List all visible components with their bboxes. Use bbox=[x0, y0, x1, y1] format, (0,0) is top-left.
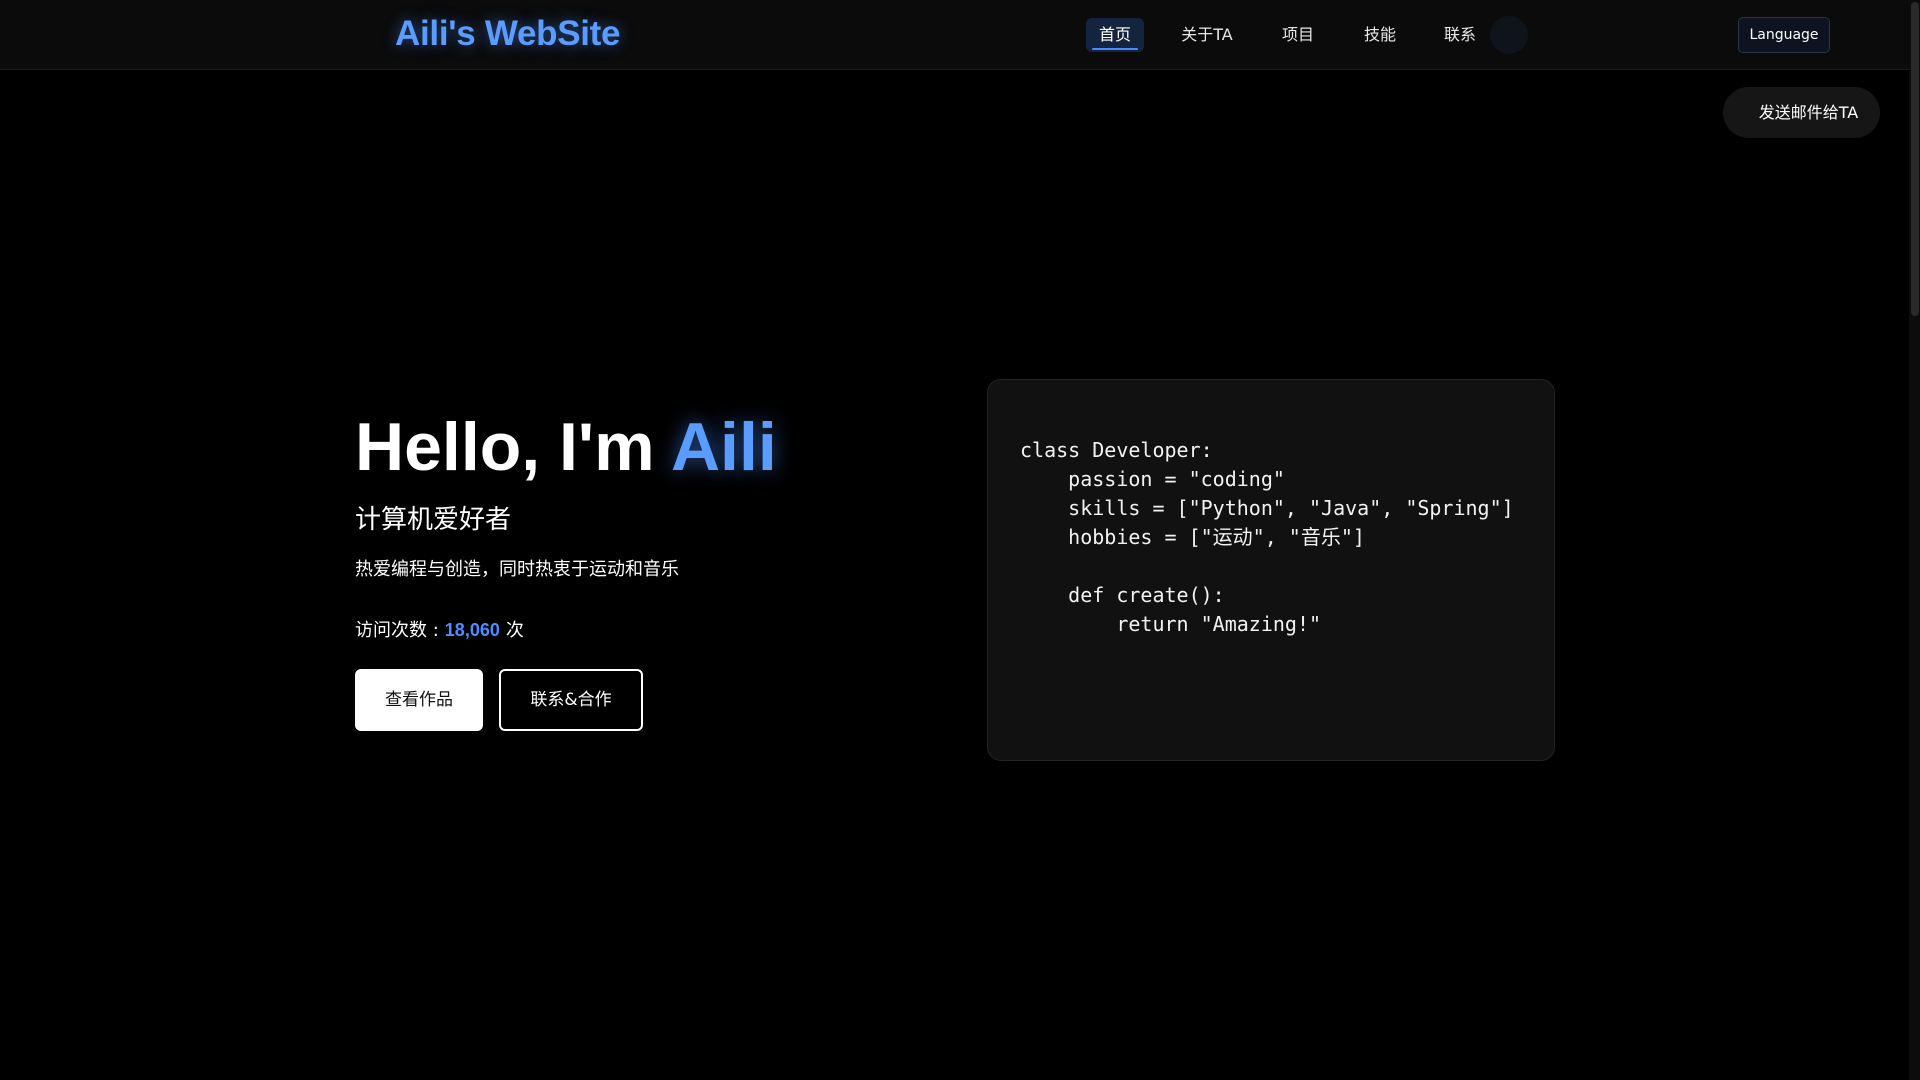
code-line: return "Amazing!" bbox=[1020, 612, 1322, 636]
code-line: def create(): bbox=[1020, 583, 1225, 607]
nav-item-skills[interactable]: 技能 bbox=[1352, 18, 1408, 52]
nav-item-label: 项目 bbox=[1281, 25, 1314, 44]
code-line: hobbies = ["运动", "音乐"] bbox=[1020, 525, 1365, 549]
nav-item-projects[interactable]: 项目 bbox=[1270, 18, 1326, 52]
nav-item-label: 关于TA bbox=[1181, 25, 1233, 44]
visit-label: 访问次数 : bbox=[355, 620, 439, 641]
hero-name: Aili bbox=[670, 409, 777, 485]
code-line: passion = "coding" bbox=[1020, 467, 1285, 491]
view-works-button[interactable]: 查看作品 bbox=[355, 669, 483, 731]
theme-toggle-icon[interactable] bbox=[1490, 16, 1528, 54]
scrollbar-thumb[interactable] bbox=[1911, 2, 1919, 316]
hero-description: 热爱编程与创造，同时热衷于运动和音乐 bbox=[355, 559, 679, 580]
nav-item-contact[interactable]: 联系 bbox=[1434, 18, 1486, 52]
hero-title: Hello, I'm Aili bbox=[355, 407, 777, 487]
contact-cooperate-button[interactable]: 联系&合作 bbox=[499, 669, 643, 731]
code-line: class Developer: bbox=[1020, 438, 1213, 462]
send-email-button[interactable]: 发送邮件给TA bbox=[1723, 87, 1880, 138]
page: Aili's WebSite 首页 关于TA 项目 技能 联系 Language… bbox=[0, 0, 1920, 1080]
code-line: skills = ["Python", "Java", "Spring"] bbox=[1020, 496, 1514, 520]
visit-unit: 次 bbox=[505, 620, 524, 641]
language-button[interactable]: Language bbox=[1738, 17, 1830, 53]
nav-item-label: 联系 bbox=[1443, 25, 1476, 44]
hero-greeting: Hello, I'm bbox=[355, 409, 671, 485]
hero-subtitle: 计算机爱好者 bbox=[355, 505, 512, 535]
code-snippet: class Developer: passion = "coding" skil… bbox=[1020, 436, 1514, 639]
nav-item-home[interactable]: 首页 bbox=[1086, 18, 1144, 52]
navbar: Aili's WebSite 首页 关于TA 项目 技能 联系 Language bbox=[0, 0, 1909, 70]
site-logo[interactable]: Aili's WebSite bbox=[395, 12, 621, 56]
nav-item-label: 首页 bbox=[1098, 25, 1131, 44]
nav-item-about[interactable]: 关于TA bbox=[1172, 18, 1242, 52]
send-email-label: 发送邮件给TA bbox=[1758, 103, 1859, 122]
code-card: class Developer: passion = "coding" skil… bbox=[987, 379, 1555, 761]
active-nav-indicator bbox=[1092, 48, 1138, 50]
visit-count: 18,060 bbox=[444, 620, 500, 640]
nav-item-label: 技能 bbox=[1363, 25, 1396, 44]
visit-counter: 访问次数 :18,060 次 bbox=[355, 617, 524, 644]
